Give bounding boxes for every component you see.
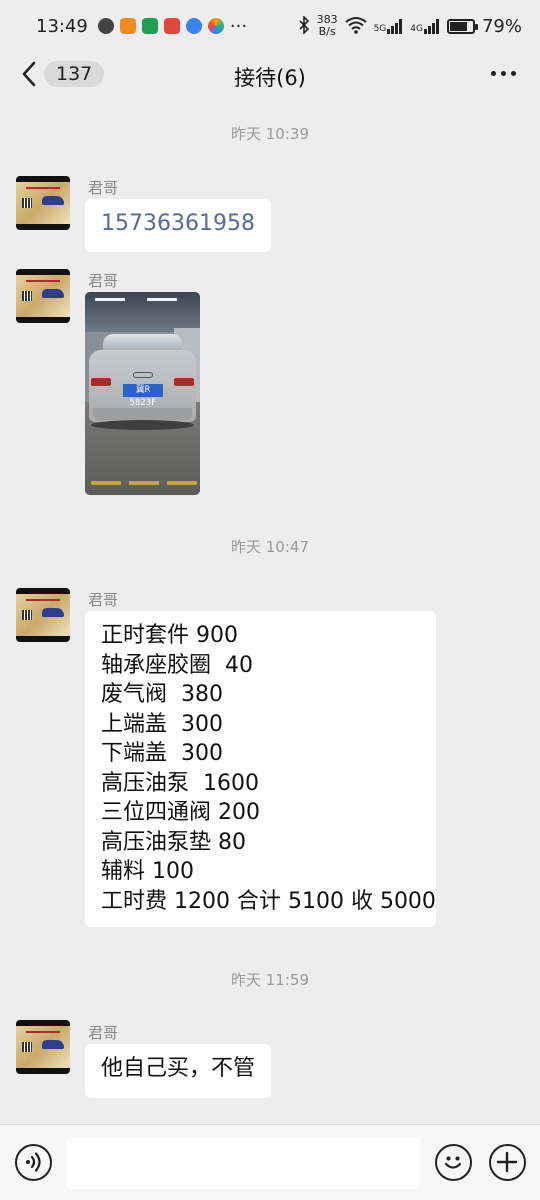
battery-percent: 79% — [481, 15, 522, 37]
shopping-icon — [163, 18, 180, 34]
bank-icon — [141, 18, 158, 34]
avatar[interactable] — [16, 269, 70, 323]
price-line: 正时套件 900 — [101, 623, 238, 648]
message-bubble-price-list[interactable]: 正时套件 900 轴承座胶圈 40 废气阀 380 上端盖 300 下端盖 30… — [85, 611, 436, 927]
sender-name: 君哥 — [88, 591, 119, 609]
timestamp: 昨天 10:39 — [231, 125, 309, 143]
price-line: 上端盖 300 — [101, 711, 223, 737]
chevron-left-icon — [22, 61, 36, 87]
sender-name: 君哥 — [88, 179, 119, 197]
network-speed: 383 B/s — [316, 13, 338, 38]
timestamp: 昨天 11:59 — [231, 971, 309, 989]
price-line: 辅料 100 — [101, 859, 194, 884]
price-line: 高压油泵 1600 — [101, 770, 259, 796]
input-bar — [0, 1124, 540, 1200]
avatar[interactable] — [16, 176, 70, 230]
sender-name: 君哥 — [88, 272, 119, 290]
emoji-button[interactable] — [435, 1144, 472, 1181]
alarm-icon — [97, 18, 114, 34]
avatar[interactable] — [16, 1020, 70, 1074]
audi-logo-icon — [133, 372, 153, 378]
signal-5g-icon: 5G — [374, 18, 404, 34]
message-bubble-phone-number[interactable]: 15736361958 — [85, 199, 271, 252]
message-photo-car[interactable]: 冀R 5823F — [85, 292, 200, 495]
timestamp: 昨天 10:47 — [231, 538, 309, 556]
status-bar: 13:49 ··· 383 B/s 5G 4G 79% — [0, 0, 540, 52]
status-time: 13:49 — [36, 15, 88, 37]
sender-name: 君哥 — [88, 1024, 119, 1042]
app-icon — [207, 18, 224, 34]
price-line: 工时费 1200 合计 5100 收 5000 — [101, 888, 436, 914]
more-dot-icon — [511, 71, 516, 76]
price-line: 下端盖 300 — [101, 741, 223, 766]
battery-icon — [446, 18, 478, 34]
avatar[interactable] — [16, 588, 70, 642]
emoji-icon — [444, 1156, 462, 1169]
phone-number-link[interactable]: 15736361958 — [101, 211, 255, 236]
price-line: 废气阀 380 — [101, 682, 223, 707]
more-dot-icon — [491, 71, 496, 76]
more-functions-button[interactable] — [489, 1144, 526, 1181]
license-plate: 冀R 5823F — [123, 384, 163, 408]
price-line: 高压油泵垫 80 — [101, 829, 246, 855]
wifi-icon — [344, 16, 367, 37]
taobao-icon — [119, 18, 136, 34]
more-dot-icon — [501, 71, 506, 76]
message-bubble-text[interactable]: 他自己买，不管 — [85, 1044, 272, 1098]
notification-icons: ··· — [97, 15, 248, 37]
message-text: 他自己买，不管 — [101, 1056, 256, 1081]
plus-icon — [496, 1151, 518, 1173]
price-line: 轴承座胶圈 40 — [101, 652, 253, 678]
chat-header: 137 接待(6) — [0, 52, 540, 100]
bluetooth-icon — [298, 14, 310, 37]
more-notifications-icon: ··· — [229, 15, 248, 37]
back-button[interactable]: 137 — [20, 60, 105, 88]
status-right: 383 B/s 5G 4G 79% — [298, 14, 522, 38]
voice-icon — [26, 1152, 41, 1172]
message-icon — [185, 18, 202, 34]
signal-4g-icon: 4G — [410, 18, 440, 34]
message-input[interactable] — [66, 1137, 420, 1189]
voice-button[interactable] — [15, 1144, 52, 1181]
unread-count-badge: 137 — [44, 61, 105, 87]
price-line: 三位四通阀 200 — [101, 800, 260, 825]
more-options-button[interactable] — [491, 71, 516, 76]
